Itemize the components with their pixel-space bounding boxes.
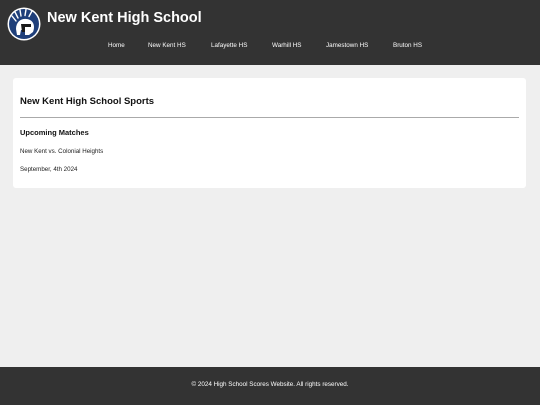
match-date: September, 4th 2024 (20, 166, 78, 173)
nav-link-new-kent-hs[interactable]: New Kent HS (148, 40, 186, 52)
copyright-text: © 2024 High School Scores Website. All r… (191, 381, 349, 388)
match-teams: New Kent vs. Colonial Heights (20, 148, 104, 155)
nav-link-lafayette-hs[interactable]: Lafayette HS (211, 40, 247, 52)
main-nav: Home New Kent HS Lafayette HS Warhill HS… (0, 40, 540, 52)
site-title: New Kent High School (47, 10, 202, 26)
page: New Kent High School Home New Kent HS La… (0, 0, 540, 405)
sports-card: New Kent High School Sports Upcoming Mat… (13, 78, 526, 188)
title-divider (20, 117, 519, 118)
site-header: New Kent High School Home New Kent HS La… (0, 0, 540, 65)
upcoming-matches-heading: Upcoming Matches (20, 128, 89, 137)
nav-link-jamestown-hs[interactable]: Jamestown HS (326, 40, 368, 52)
trojan-helmet-logo-icon (7, 7, 41, 41)
nav-link-bruton-hs[interactable]: Bruton HS (393, 40, 422, 52)
nav-link-warhill-hs[interactable]: Warhill HS (272, 40, 302, 52)
site-footer: © 2024 High School Scores Website. All r… (0, 367, 540, 405)
page-title: New Kent High School Sports (20, 96, 155, 107)
nav-link-home[interactable]: Home (108, 40, 125, 52)
